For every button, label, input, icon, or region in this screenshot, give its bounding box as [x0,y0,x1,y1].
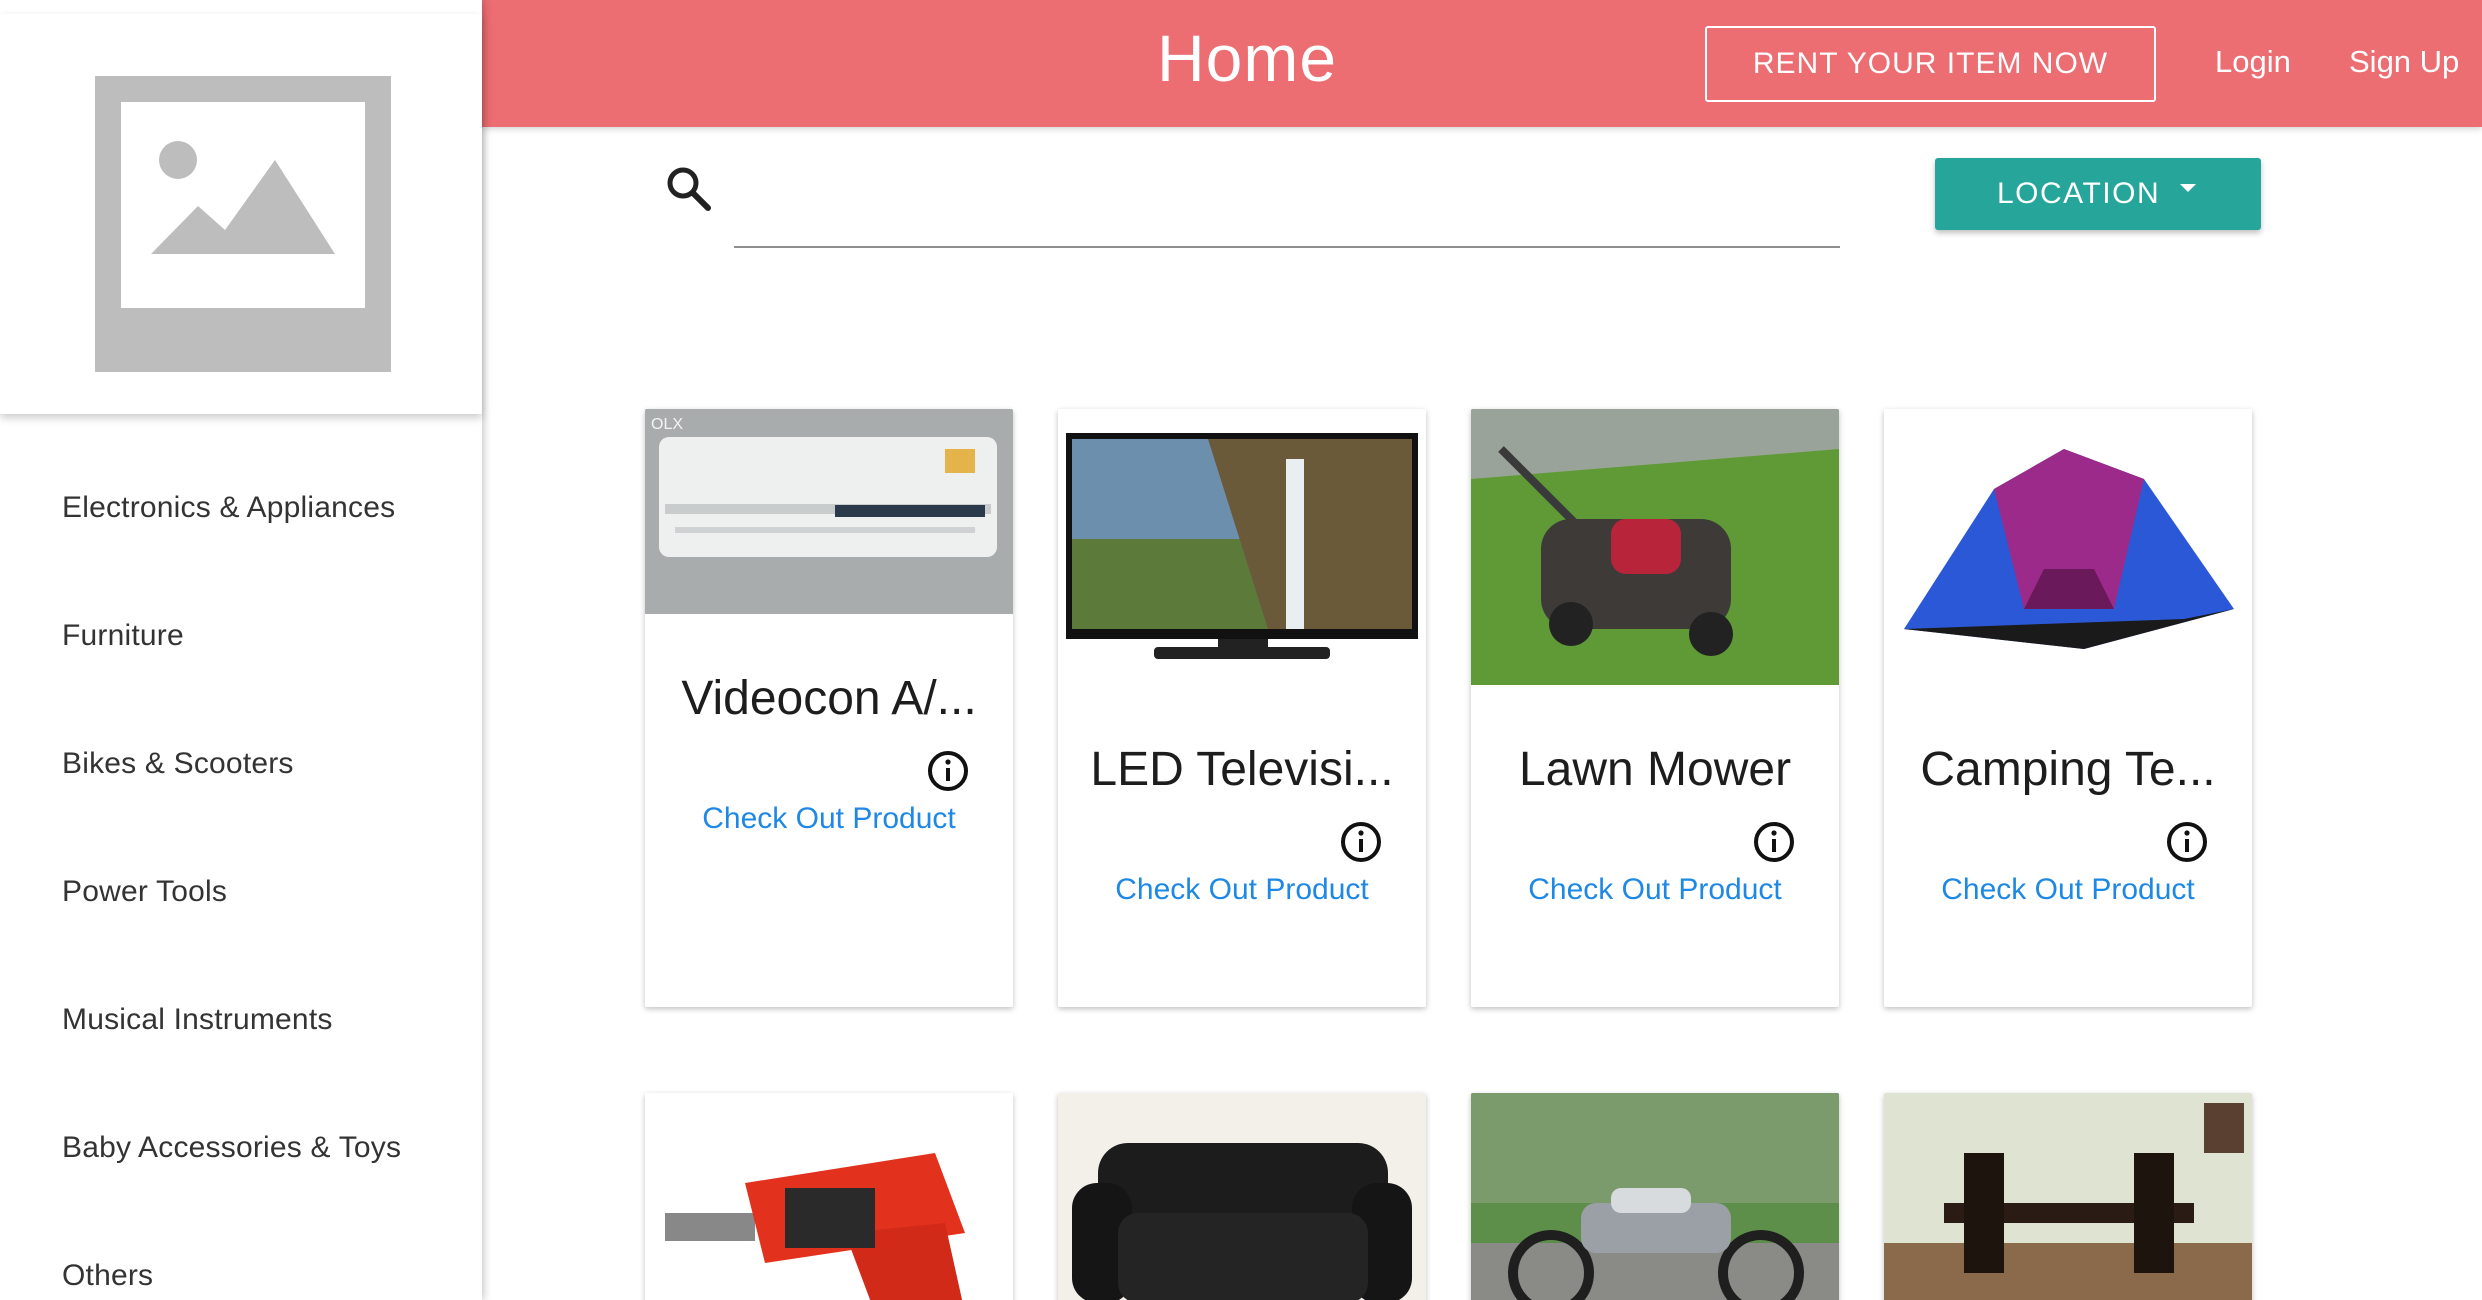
info-icon[interactable] [1340,821,1382,863]
search-icon[interactable] [664,164,712,212]
image-placeholder-icon [95,76,391,372]
product-title: Lawn Mower [1518,743,1792,796]
sidebar-item-electronics[interactable]: Electronics & Appliances [62,468,401,596]
sidebar-item-furniture[interactable]: Furniture [62,596,401,724]
power-drill-photo [645,1093,1013,1300]
product-card[interactable] [1884,1093,2252,1300]
rent-item-button[interactable]: RENT YOUR ITEM NOW [1705,26,2156,102]
check-out-product-link[interactable]: Check Out Product [1884,873,2252,907]
info-icon[interactable] [2166,821,2208,863]
product-card[interactable]: OLX Videocon A/... Check Out Product [645,409,1013,1007]
info-icon[interactable] [1753,821,1795,863]
sidebar-item-others[interactable]: Others [62,1236,401,1300]
leather-sofa-photo [1058,1093,1426,1300]
check-out-product-link[interactable]: Check Out Product [645,802,1013,836]
caret-down-icon [2180,184,2196,192]
product-card[interactable] [1058,1093,1426,1300]
sidebar-item-baby-toys[interactable]: Baby Accessories & Toys [62,1108,401,1236]
camping-tent-photo [1884,409,2252,659]
page-title: Home [1157,21,1338,95]
product-card[interactable] [1471,1093,1839,1300]
product-title: LED Televisi... [1090,743,1394,796]
motorcycle-photo [1471,1093,1839,1300]
product-card[interactable]: LED Televisi... Check Out Product [1058,409,1426,1007]
product-card[interactable]: Lawn Mower Check Out Product [1471,409,1839,1007]
check-out-product-link[interactable]: Check Out Product [1058,873,1426,907]
location-dropdown-button[interactable]: LOCATION [1935,158,2261,230]
lawn-mower-photo [1471,409,1839,685]
led-television-photo [1058,409,1426,671]
sidebar-item-power-tools[interactable]: Power Tools [62,852,401,980]
svg-text:OLX: OLX [651,416,683,433]
category-list: Electronics & Appliances Furniture Bikes… [62,468,401,1300]
signup-link[interactable]: Sign Up [2349,44,2459,80]
login-link[interactable]: Login [2215,44,2291,80]
info-icon[interactable] [927,750,969,792]
check-out-product-link[interactable]: Check Out Product [1471,873,1839,907]
logo-panel [0,14,482,414]
product-card[interactable]: Camping Te... Check Out Product [1884,409,2252,1007]
sidebar-item-musical-instruments[interactable]: Musical Instruments [62,980,401,1108]
product-title: Camping Te... [1920,743,2216,796]
product-title: Videocon A/... [681,672,977,725]
product-card[interactable] [645,1093,1013,1300]
search-input[interactable] [734,168,1840,248]
location-label: LOCATION [1997,177,2161,210]
sidebar: Electronics & Appliances Furniture Bikes… [0,0,482,1300]
dining-table-photo [1884,1093,2252,1300]
sidebar-item-bikes[interactable]: Bikes & Scooters [62,724,401,852]
air-conditioner-photo: OLX [645,409,1013,614]
top-header: Home RENT YOUR ITEM NOW Login Sign Up [482,0,2482,127]
